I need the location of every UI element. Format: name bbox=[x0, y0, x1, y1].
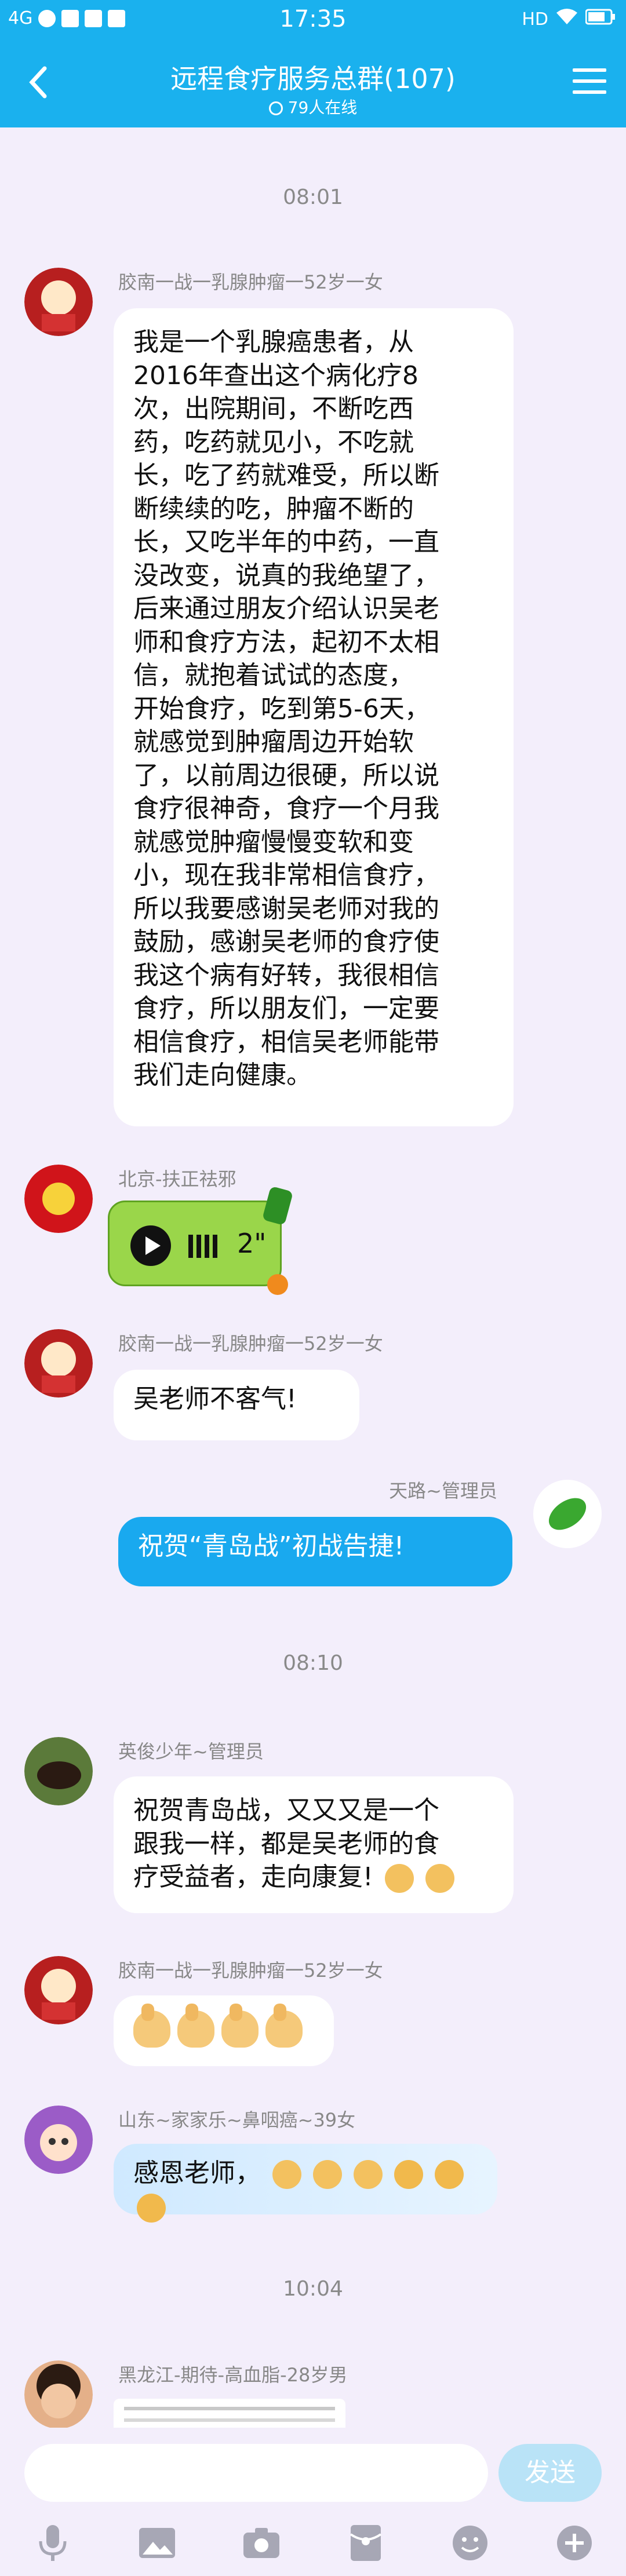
muscle-emoji-icon bbox=[394, 2160, 423, 2189]
avatar[interactable] bbox=[24, 1329, 93, 1398]
message-line: 药，吃药就见小，不吃就 bbox=[133, 427, 414, 457]
battery-icon bbox=[585, 9, 616, 30]
emoji-icon[interactable] bbox=[450, 2523, 490, 2563]
message-bubble[interactable]: 吴老师不客气! bbox=[114, 1370, 359, 1440]
plus-icon[interactable] bbox=[554, 2523, 595, 2563]
message-line: 长，又吃半年的中药，一直 bbox=[133, 527, 439, 557]
message-line: 了，以前周边很硬，所以说 bbox=[133, 760, 439, 790]
sender-name: 北京-扶正祛邪 bbox=[118, 1168, 236, 1190]
avatar[interactable] bbox=[533, 1480, 602, 1548]
thumbs-up-emoji-icon bbox=[354, 2160, 383, 2189]
message-text: 祝贺“青岛战”初战告捷! bbox=[138, 1531, 405, 1561]
thumbs-up-emoji-icon bbox=[272, 2160, 301, 2189]
message-bubble[interactable]: 我是一个乳腺癌患者，从 2016年查出这个病化疗8 次，出院期间，不断吃西 药，吃药就… bbox=[114, 308, 514, 1126]
thumbs-up-emoji-icon bbox=[425, 1864, 454, 1893]
mic-icon[interactable] bbox=[32, 2523, 73, 2563]
voice-duration: 2" bbox=[237, 1228, 267, 1259]
message-line: 我这个病有好转，我很相信 bbox=[133, 960, 439, 990]
message-line: 没改变，说真的我绝望了， bbox=[133, 560, 439, 590]
sender-name: 英俊少年~管理员 bbox=[118, 1741, 264, 1763]
thumbs-up-emoji-icon bbox=[265, 2004, 303, 2048]
sender-name: 天路~管理员 bbox=[389, 1480, 497, 1502]
muscle-emoji-icon bbox=[435, 2160, 464, 2189]
image-icon[interactable] bbox=[137, 2523, 177, 2563]
wifi-icon bbox=[555, 8, 578, 30]
message-line: 我是一个乳腺癌患者，从 bbox=[133, 327, 414, 357]
avatar[interactable] bbox=[24, 2360, 93, 2429]
thumbs-up-emoji-icon bbox=[221, 2004, 259, 2048]
thumbs-up-emoji-icon bbox=[133, 2004, 170, 2048]
message-line: 所以我要感谢吴老师对我的 bbox=[133, 893, 439, 924]
hd-indicator: HD bbox=[522, 9, 548, 30]
message-line: 食疗很神奇，食疗一个月我 bbox=[133, 794, 439, 823]
voice-message[interactable]: 2" bbox=[108, 1185, 294, 1295]
message-bubble[interactable]: 感恩老师， bbox=[114, 2144, 497, 2223]
online-count: 79人在线 bbox=[0, 95, 626, 118]
message-bubble[interactable] bbox=[114, 1995, 334, 2066]
thumbs-up-emoji-icon bbox=[384, 1864, 414, 1893]
sender-name: 胶南一战一乳腺肿瘤一52岁一女 bbox=[118, 1333, 383, 1355]
message-line: 就感觉肿瘤慢慢变软和变 bbox=[133, 827, 414, 857]
sender-name: 山东~家家乐~鼻咽癌~39女 bbox=[118, 2109, 356, 2131]
message-line: 鼓励，感谢吴老师的食疗使 bbox=[133, 927, 439, 957]
muscle-emoji-icon bbox=[137, 2194, 166, 2223]
message-input[interactable] bbox=[24, 2444, 488, 2502]
message-text: 我是一个乳腺癌患者，从 2016年查出这个病化疗8 次，出院期间，不断吃西 药，吃药就… bbox=[133, 326, 494, 1092]
timestamp: 10:04 bbox=[283, 2277, 343, 2301]
status-right: HD bbox=[522, 8, 616, 30]
sender-name: 胶南一战一乳腺肿瘤一52岁一女 bbox=[118, 271, 383, 293]
status-bar: 4G 17:35 HD bbox=[0, 0, 626, 45]
red-packet-icon[interactable] bbox=[345, 2523, 386, 2563]
message-line: 师和食疗方法，起初不太相 bbox=[133, 627, 439, 657]
avatar[interactable] bbox=[24, 268, 93, 336]
thumbs-up-emoji-icon bbox=[177, 2004, 214, 2048]
leaf-icon bbox=[261, 1185, 294, 1226]
menu-button[interactable] bbox=[573, 68, 606, 100]
waveform-icon bbox=[188, 1235, 229, 1258]
input-bar: 发送 bbox=[0, 2428, 626, 2576]
message-text: 吴老师不客气! bbox=[133, 1384, 297, 1414]
avatar[interactable] bbox=[24, 1956, 93, 2024]
message-bubble[interactable]: 祝贺“青岛战”初战告捷! bbox=[118, 1517, 512, 1586]
message-line: 小，现在我非常相信食疗， bbox=[133, 860, 439, 890]
avatar[interactable] bbox=[24, 1165, 93, 1233]
message-line: 2016年查出这个病化疗8 bbox=[133, 360, 418, 391]
play-icon[interactable] bbox=[130, 1225, 171, 1266]
timestamp: 08:10 bbox=[283, 1651, 343, 1675]
message-text: 祝贺青岛战，又又又是一个 bbox=[133, 1796, 439, 1825]
avatar[interactable] bbox=[24, 2106, 93, 2174]
message-line: 就感觉到肿瘤周边开始软 bbox=[133, 727, 414, 757]
message-line: 开始食疗，吃到第5-6天， bbox=[133, 694, 430, 724]
message-text: 感恩老师， bbox=[133, 2158, 261, 2188]
carrot-icon bbox=[267, 1274, 288, 1295]
sender-name: 黑龙江-期待-高血脂-28岁男 bbox=[118, 2364, 348, 2386]
chat-header: 远程食疗服务总群(107) 79人在线 bbox=[0, 45, 626, 127]
message-line: 后来通过朋友介绍认识吴老 bbox=[133, 594, 439, 623]
message-line: 相信食疗，相信吴老师能带 bbox=[133, 1027, 439, 1057]
message-bubble[interactable]: 祝贺青岛战，又又又是一个 跟我一样，都是吴老师的食 疗受益者，走向康复! bbox=[114, 1776, 514, 1913]
message-line: 食疗，所以朋友们，一定要 bbox=[133, 994, 439, 1023]
group-title[interactable]: 远程食疗服务总群(107) bbox=[0, 58, 626, 96]
timestamp: 08:01 bbox=[283, 185, 343, 209]
message-line: 次，出院期间，不断吃西 bbox=[133, 394, 414, 424]
sender-name: 胶南一战一乳腺肿瘤一52岁一女 bbox=[118, 1960, 383, 1982]
send-button[interactable]: 发送 bbox=[498, 2444, 602, 2502]
message-line: 长，吃了药就难受，所以断 bbox=[133, 461, 439, 490]
online-icon bbox=[268, 101, 283, 115]
avatar[interactable] bbox=[24, 1737, 93, 1805]
message-line: 断续续的吃，肿瘤不断的 bbox=[133, 494, 414, 524]
message-text: 疗受益者，走向康复! bbox=[133, 1862, 373, 1892]
message-line: 信，就抱着试试的态度， bbox=[133, 661, 414, 690]
message-text: 跟我一样，都是吴老师的食 bbox=[133, 1829, 439, 1859]
thumbs-up-emoji-icon bbox=[313, 2160, 342, 2189]
message-line: 我们走向健康。 bbox=[133, 1060, 312, 1090]
camera-icon[interactable] bbox=[241, 2523, 282, 2563]
